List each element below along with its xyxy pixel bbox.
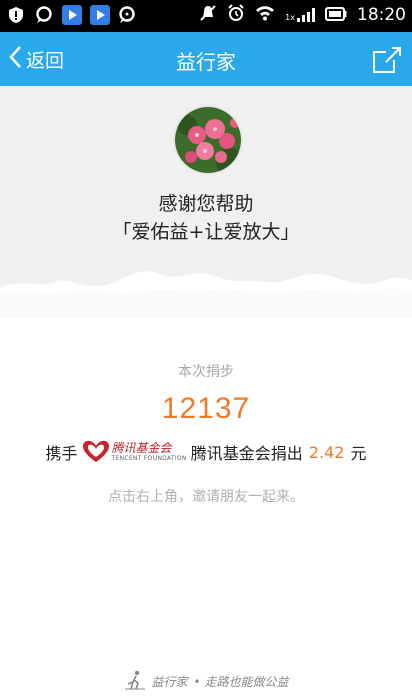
alarm-icon — [227, 4, 245, 26]
steps-label: 本次捐步 — [178, 364, 234, 380]
project-name: 「爱佑益+让爱放大」 — [112, 221, 300, 243]
wifi-icon — [255, 5, 275, 25]
cloud-divider — [0, 271, 412, 318]
mute-icon — [199, 4, 217, 26]
steps-value: 12137 — [161, 392, 251, 425]
share-icon — [370, 47, 404, 80]
donation-prefix: 携手 — [45, 444, 78, 463]
logo-cn: 腾讯基金会 — [111, 441, 172, 455]
status-bar: 1x 18:20 — [0, 0, 412, 32]
battery-icon — [325, 6, 347, 25]
clock-time: 18:20 — [357, 5, 406, 25]
share-button[interactable] — [370, 44, 404, 76]
shield-notification-icon — [6, 5, 26, 25]
chat-notification-icon — [34, 5, 54, 25]
donation-unit: 元 — [350, 444, 367, 463]
heart-icon — [82, 440, 109, 462]
logo-en: TENCENT FOUNDATION — [111, 455, 187, 462]
thanks-text: 感谢您帮助 — [158, 193, 254, 215]
footer-brand: 益行家 • 走路也能做公益 — [0, 670, 412, 693]
donation-amount: 2.42 — [308, 442, 345, 462]
logo-text: 腾讯基金会 TENCENT FOUNDATION — [112, 441, 187, 463]
notification-icons — [6, 5, 138, 25]
system-icons: 1x 18:20 — [199, 4, 406, 26]
signal-label: 1x — [285, 13, 295, 22]
tencent-foundation-logo: 腾讯基金会 TENCENT FOUNDATION — [82, 440, 187, 464]
page-title: 益行家 — [176, 50, 236, 74]
signal-icon: 1x — [285, 8, 315, 22]
walker-logo-icon — [124, 670, 146, 693]
video-notification-icon — [62, 5, 82, 25]
message-notification-icon — [118, 5, 138, 25]
footer-brand-name: 益行家 — [151, 675, 188, 689]
partner-donated-text: 腾讯基金会捐出 — [190, 444, 303, 463]
share-hint: 点击右上角，邀请朋友一起来。 — [108, 489, 304, 505]
video-notification-icon-2 — [90, 5, 110, 25]
donation-line: 携手 腾讯基金会 TENCENT FOUNDATION 腾讯基金会捐出 2.42… — [0, 440, 412, 464]
app-bar: 返回 益行家 — [0, 32, 412, 86]
project-avatar — [173, 105, 243, 175]
footer-slogan: • 走路也能做公益 — [193, 675, 289, 689]
